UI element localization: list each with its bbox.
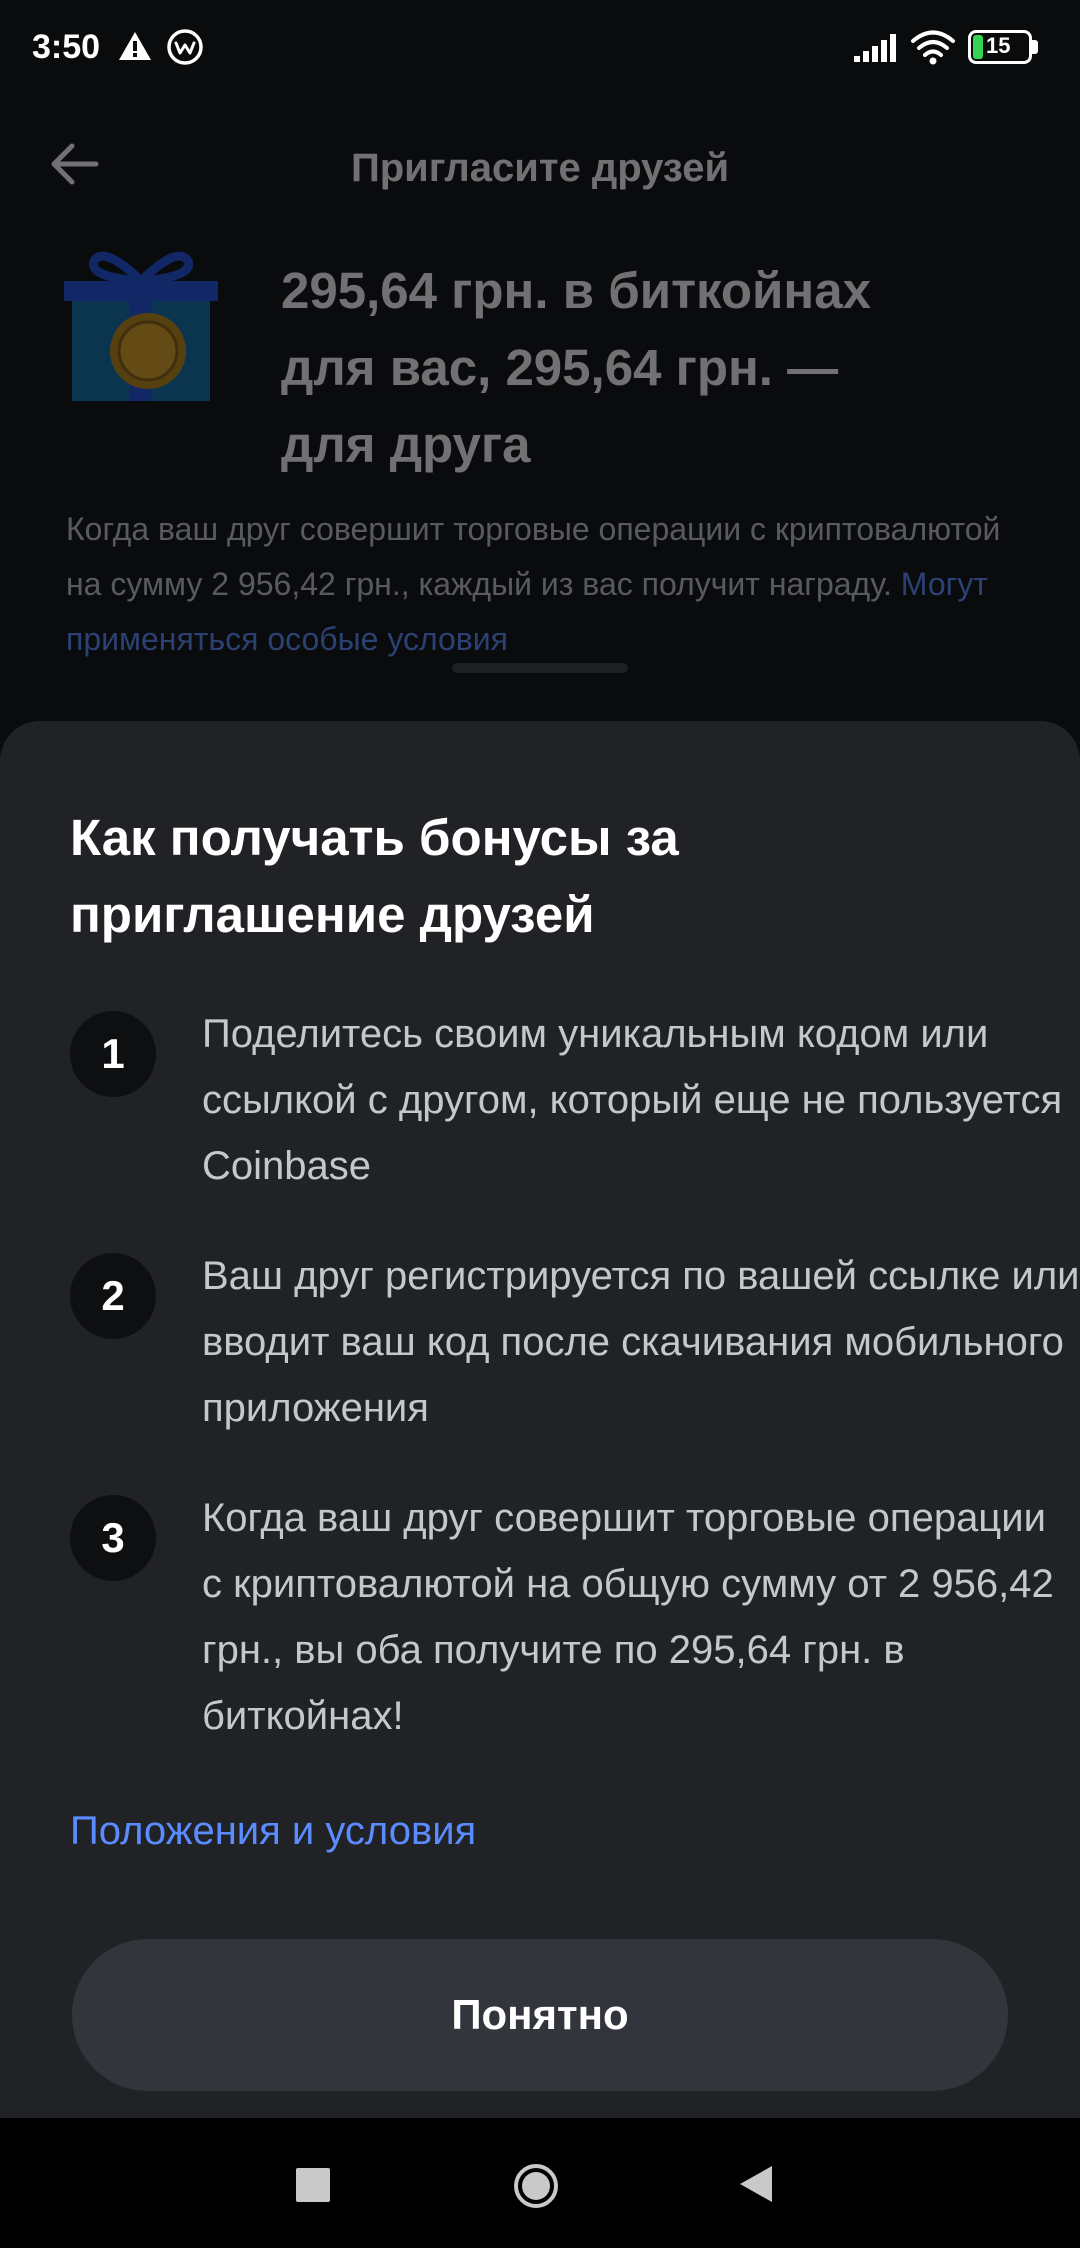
step-number-badge: 2 <box>70 1253 156 1339</box>
step-text: Когда ваш друг совершит торговые операци… <box>202 1496 1054 1738</box>
step-text: Поделитесь своим уникальным кодом или сс… <box>202 1012 1063 1188</box>
battery-icon: 15 <box>968 30 1040 64</box>
back-triangle-icon[interactable] <box>738 2164 774 2204</box>
promo-description-text: Когда ваш друг совершит торговые операци… <box>66 511 1001 602</box>
step-number-badge: 3 <box>70 1495 156 1581</box>
scroll-indicator <box>452 663 628 673</box>
recents-square-icon[interactable] <box>296 2168 330 2202</box>
gift-icon <box>64 251 218 401</box>
sheet-title: Как получать бонусы за приглашение друзе… <box>70 809 679 943</box>
home-circle-icon[interactable] <box>512 2162 560 2210</box>
circle-w-icon <box>167 29 203 65</box>
wifi-icon <box>911 30 955 65</box>
promo-description: Когда ваш друг совершит торговые операци… <box>66 502 1026 667</box>
status-time: 3:50 <box>32 28 101 66</box>
signal-icon <box>854 34 896 62</box>
warning-icon <box>119 32 151 60</box>
ok-button[interactable]: Понятно <box>72 1939 1008 2091</box>
background-page: Пригласите друзей 295,64 грн. в биткойна… <box>0 96 1080 721</box>
terms-link[interactable]: Положения и условия <box>70 1809 476 1854</box>
promo-headline: 295,64 грн. в биткойнах для вас, 295,64 … <box>281 262 871 473</box>
status-bar: 3:50 15 <box>0 0 1080 96</box>
step-number-badge: 1 <box>70 1011 156 1097</box>
page-title: Пригласите друзей <box>350 146 730 190</box>
step-text: Ваш друг регистрируется по вашей ссылке … <box>202 1254 1080 1430</box>
navigation-bar <box>0 2118 1080 2248</box>
battery-level: 15 <box>986 33 1011 58</box>
bottom-sheet: Как получать бонусы за приглашение друзе… <box>0 721 1080 2118</box>
